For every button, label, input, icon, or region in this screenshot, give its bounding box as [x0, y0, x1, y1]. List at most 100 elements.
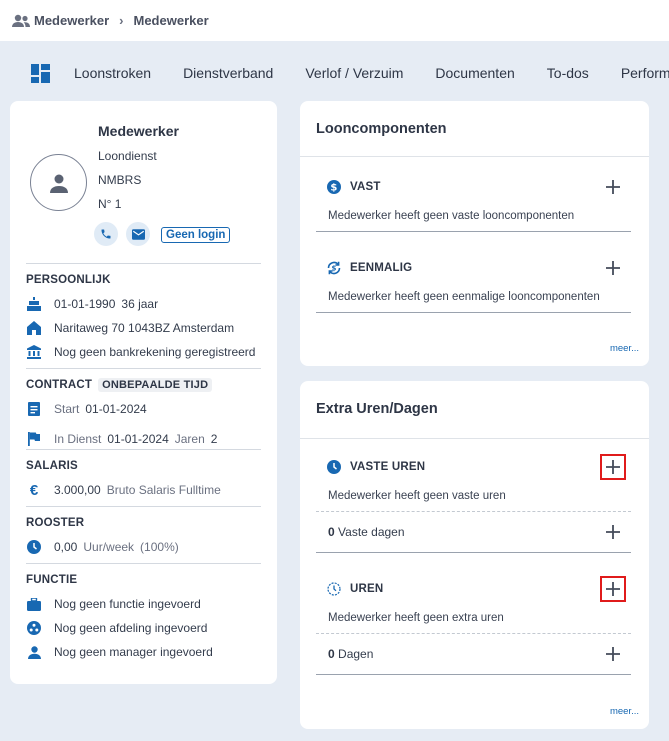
- eenmalig-section: $ EENMALIG Medewerker heeft geen eenmali…: [316, 259, 631, 313]
- breadcrumb: Medewerker › Medewerker: [0, 0, 669, 41]
- breadcrumb-root[interactable]: Medewerker: [34, 13, 109, 28]
- uren-section: UREN Medewerker heeft geen extra uren 0 …: [316, 576, 631, 675]
- salary-label: Bruto Salaris Fulltime: [106, 483, 221, 497]
- add-vaste-uren-button[interactable]: [600, 454, 626, 480]
- address: Naritaweg 70 1043BZ Amsterdam: [54, 321, 235, 335]
- bank-info: Nog geen bankrekening geregistreerd: [54, 345, 256, 359]
- company-label: NMBRS: [98, 173, 142, 187]
- email-button[interactable]: [126, 222, 150, 246]
- vaste-dagen-row: 0 Vaste dagen: [316, 512, 631, 552]
- svg-text:$: $: [330, 183, 337, 194]
- vaste-dagen-count: 0: [328, 525, 335, 539]
- euro-icon: €: [29, 481, 39, 499]
- clock-icon: [26, 539, 42, 555]
- avatar: [30, 154, 87, 211]
- card-title: Extra Uren/Dagen: [316, 401, 438, 417]
- breadcrumb-current: Medewerker: [133, 13, 209, 28]
- person-icon: [49, 173, 69, 193]
- section-salaris: SALARIS € 3.000,00 Bruto Salaris Fulltim…: [26, 449, 261, 499]
- vast-note: Medewerker heeft geen vaste looncomponen…: [328, 210, 575, 222]
- department-icon: [26, 620, 42, 636]
- meer-link[interactable]: meer...: [610, 706, 639, 717]
- dollar-icon: $: [326, 179, 342, 195]
- extra-uren-card: Extra Uren/Dagen VASTE UREN Medewerker h…: [300, 381, 649, 729]
- tab-to-dos[interactable]: To-dos: [547, 65, 589, 81]
- uren-note: Medewerker heeft geen extra uren: [328, 612, 504, 624]
- plus-icon: [605, 179, 621, 195]
- mail-icon: [131, 228, 145, 240]
- home-icon: [26, 320, 42, 336]
- cake-icon: [26, 296, 42, 312]
- salary-amount: 3.000,00: [54, 483, 101, 497]
- svg-text:$: $: [331, 265, 336, 273]
- employee-name: Medewerker: [98, 123, 179, 139]
- timer-icon: [326, 581, 342, 597]
- start-value: 01-01-2024: [85, 402, 147, 416]
- manager-value: Nog geen manager ingevoerd: [54, 645, 213, 659]
- geen-login-badge[interactable]: Geen login: [161, 227, 231, 243]
- tab-verlof-verzuim[interactable]: Verlof / Verzuim: [305, 65, 403, 81]
- rooster-pct: (100%): [140, 540, 179, 554]
- tab-loonstroken[interactable]: Loonstroken: [74, 65, 151, 81]
- eenmalig-note: Medewerker heeft geen eenmalige looncomp…: [328, 291, 600, 303]
- add-eenmalig-button[interactable]: [604, 259, 622, 277]
- vaste-uren-note: Medewerker heeft geen vaste uren: [328, 490, 506, 502]
- dagen-label: Dagen: [338, 647, 374, 661]
- card-title: Looncomponenten: [316, 121, 447, 137]
- chevron-right-icon: ›: [119, 13, 124, 28]
- plus-icon: [605, 646, 621, 662]
- start-label: Start: [54, 402, 80, 416]
- eenmalig-label: EENMALIG: [350, 262, 413, 274]
- looncomponenten-card: Looncomponenten $ VAST Medewerker heeft …: [300, 101, 649, 366]
- tab-documenten[interactable]: Documenten: [435, 65, 514, 81]
- vaste-uren-section: VASTE UREN Medewerker heeft geen vaste u…: [316, 454, 631, 553]
- afdeling-value: Nog geen afdeling ingevoerd: [54, 621, 208, 635]
- dashboard-icon[interactable]: [31, 63, 50, 83]
- phone-icon: [100, 228, 112, 240]
- add-vast-button[interactable]: [604, 178, 622, 196]
- section-title: CONTRACT: [26, 379, 93, 391]
- add-vaste-dagen-button[interactable]: [604, 523, 622, 541]
- jaren-label: Jaren: [174, 432, 205, 446]
- vast-section: $ VAST Medewerker heeft geen vaste loonc…: [316, 178, 631, 232]
- meer-link[interactable]: meer...: [610, 343, 639, 354]
- manager-icon: [26, 644, 42, 660]
- section-rooster: ROOSTER 0,00 Uur/week (100%): [26, 506, 261, 555]
- birthdate: 01-01-1990: [54, 297, 116, 311]
- rooster-unit: Uur/week: [83, 540, 135, 554]
- section-title: SALARIS: [26, 460, 78, 472]
- employer-label: Loondienst: [98, 149, 157, 163]
- phone-button[interactable]: [94, 222, 118, 246]
- indienst-value: 01-01-2024: [107, 432, 169, 446]
- functie-value: Nog geen functie ingevoerd: [54, 597, 201, 611]
- briefcase-icon: [26, 596, 42, 612]
- tab-performance[interactable]: Performance: [621, 65, 669, 81]
- users-icon: [11, 14, 31, 28]
- bank-icon: [26, 344, 42, 360]
- refresh-dollar-icon: $: [326, 260, 342, 276]
- section-title: FUNCTIE: [26, 574, 78, 586]
- vaste-uren-label: VASTE UREN: [350, 461, 426, 473]
- vaste-dagen-label: Vaste dagen: [338, 525, 405, 539]
- plus-icon: [605, 581, 621, 597]
- plus-icon: [605, 260, 621, 276]
- contract-type-badge: ONBEPAALDE TIJD: [98, 378, 213, 392]
- flag-icon: [26, 431, 42, 447]
- indienst-label: In Dienst: [54, 432, 102, 446]
- section-functie: FUNCTIE Nog geen functie ingevoerd Nog g…: [26, 563, 261, 660]
- document-icon: [26, 401, 42, 417]
- jaren-value: 2: [210, 432, 218, 446]
- dagen-row: 0 Dagen: [316, 634, 631, 674]
- plus-icon: [605, 459, 621, 475]
- section-contract: CONTRACT ONBEPAALDE TIJD Start 01-01-202…: [26, 368, 261, 447]
- clock-icon: [326, 459, 342, 475]
- section-title: ROOSTER: [26, 517, 85, 529]
- add-dagen-button[interactable]: [604, 645, 622, 663]
- nav-tabs: Loonstroken Dienstverband Verlof / Verzu…: [0, 52, 669, 94]
- age: 36 jaar: [121, 297, 159, 311]
- plus-icon: [605, 524, 621, 540]
- tab-dienstverband[interactable]: Dienstverband: [183, 65, 273, 81]
- employee-number: N° 1: [98, 197, 122, 211]
- profile-card: Medewerker Loondienst NMBRS N° 1 Geen lo…: [10, 101, 277, 684]
- add-uren-button[interactable]: [600, 576, 626, 602]
